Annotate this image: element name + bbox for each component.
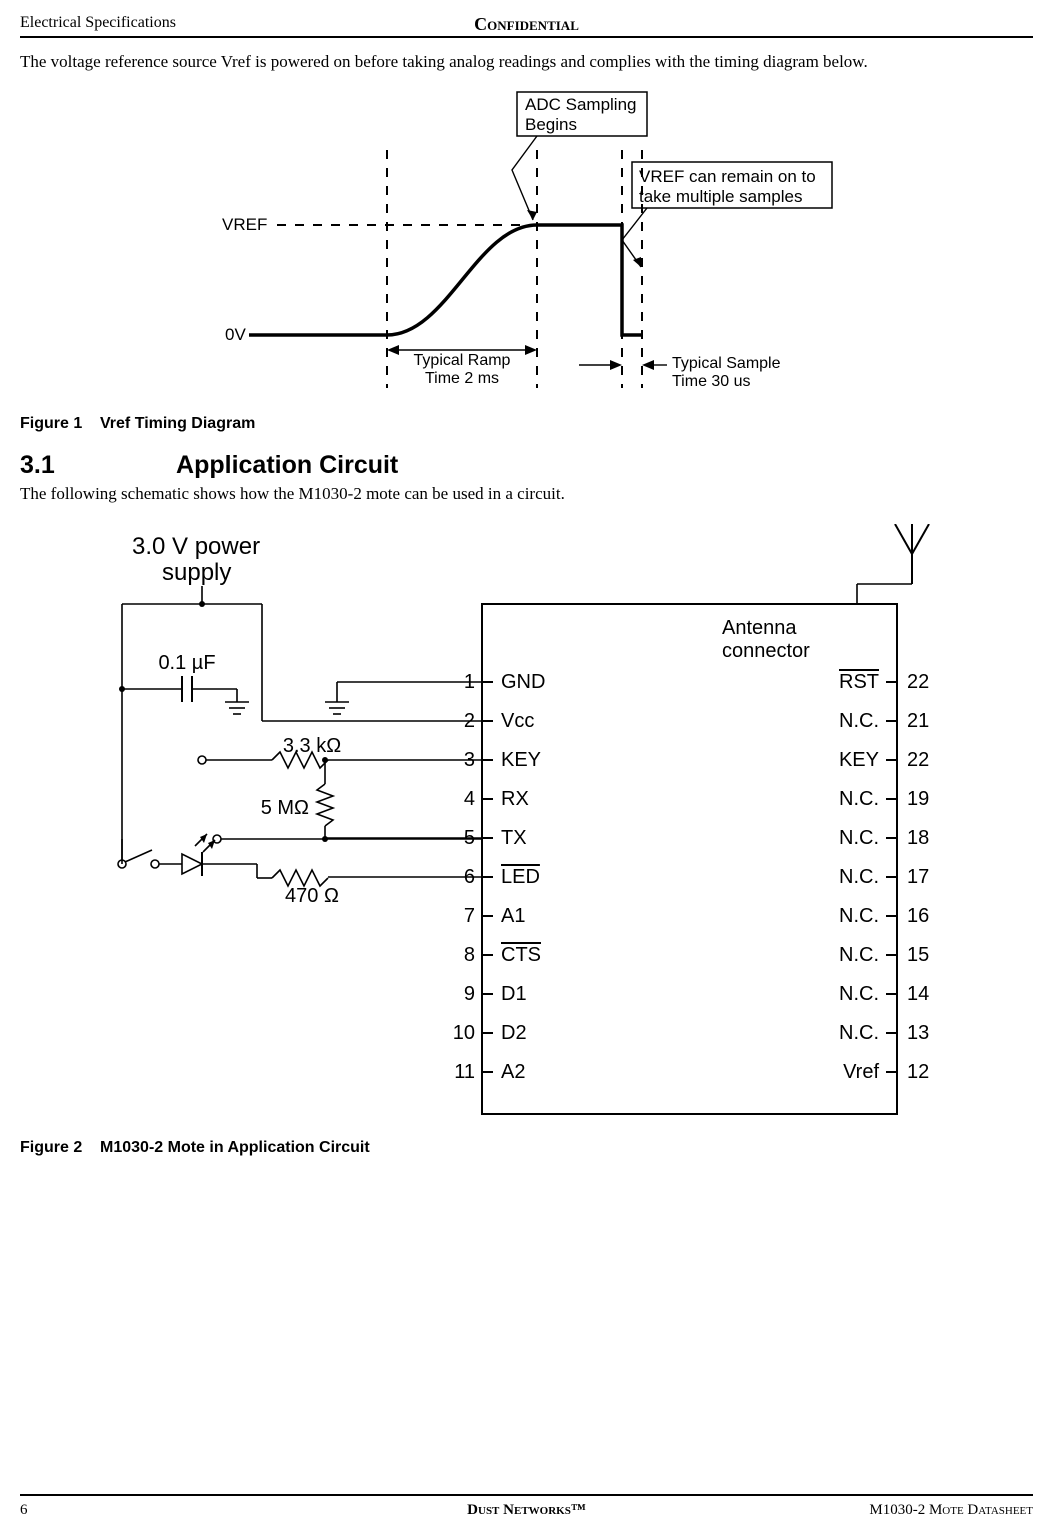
pin-name-right: N.C. [839,983,879,1005]
section-title: Application Circuit [176,451,398,479]
capacitor-icon [157,676,217,702]
power-supply-line2: supply [162,559,231,586]
section-number: 3.1 [20,451,170,480]
figure-1-container: ADC Sampling Begins VREF can remain on t… [20,90,1033,405]
figure-2-container: 3.0 V power supply Antenna connector 1GN… [20,524,1033,1129]
pin-name-right: N.C. [839,944,879,966]
pin-number-right: 16 [907,905,929,927]
pin-name-right: Vref [843,1061,879,1083]
node-r2-top [322,757,328,763]
section-heading: 3.1 Application Circuit [20,451,1033,480]
pin-number-left: 7 [463,905,474,927]
ground-icon-gnd [325,682,349,714]
figure-2-caption-prefix: Figure 2 [20,1139,82,1156]
pin-number-right: 13 [907,1022,929,1044]
cap-value: 0.1 µF [158,652,215,674]
pin-number-right: 22 [907,749,929,771]
ramp-label-line2: Time 2 ms [424,370,498,387]
power-supply-line1: 3.0 V power [132,533,260,560]
sample-label-line1: Typical Sample [672,355,781,372]
pin-number-left: 8 [463,944,474,966]
pin-name-left: LED [501,866,540,888]
pin-number-right: 17 [907,866,929,888]
pin-name-left: Vcc [501,710,534,732]
adc-leader [512,136,537,220]
page-footer: 6 Dust Networks™ M1030-2 Mote Datasheet [20,1494,1033,1519]
resistor-470-icon [272,870,328,886]
pin-number-right: 14 [907,983,929,1005]
pin-number-left: 10 [452,1022,474,1044]
pin-number-right: 19 [907,788,929,810]
schematic-diagram: 3.0 V power supply Antenna connector 1GN… [87,524,967,1124]
pin-number-right: 12 [907,1061,929,1083]
pin-number-right: 15 [907,944,929,966]
pin-number-left: 11 [454,1061,475,1083]
pin-name-left: A2 [501,1061,525,1083]
pin-number-right: 22 [907,671,929,693]
sample-label-line2: Time 30 us [672,373,751,390]
resistor-5M-icon [317,784,333,826]
footer-company: Dust Networks™ [467,1502,586,1519]
pin-name-left: CTS [501,944,541,966]
sample-arrow-out-icon [642,360,654,370]
r2-value: 5 MΩ [260,797,308,819]
pin-name-right: N.C. [839,866,879,888]
figure-2-caption: Figure 2 M1030-2 Mote in Application Cir… [20,1139,1033,1157]
pin-name-left: D1 [501,983,527,1005]
ground-icon-cap [225,689,249,714]
pin-name-left: RX [501,788,529,810]
pin-name-right: RST [839,671,879,693]
pin-number-left: 4 [463,788,474,810]
vref-remain-line1: VREF can remain on to [639,167,816,186]
header-section-title: Electrical Specifications [20,14,176,32]
figure-1-caption-text: Vref Timing Diagram [100,415,255,432]
pin-name-left: A1 [501,905,525,927]
antenna-label-line1: Antenna [722,617,797,639]
pin-number-right: 21 [907,710,929,732]
adc-label-line2: Begins [525,115,577,134]
node-r2-bot [322,836,328,842]
header-confidential: Confidential [474,14,579,35]
figure-2-caption-text: M1030-2 Mote in Application Circuit [100,1139,370,1156]
r3-value: 470 Ω [285,885,339,907]
node-cap-left [119,686,125,692]
antenna-icon [857,524,929,604]
pin-name-right: N.C. [839,788,879,810]
timing-diagram: ADC Sampling Begins VREF can remain on t… [217,90,837,400]
pin-name-right: KEY [838,749,878,771]
ramp-arrow-right-icon [525,345,537,355]
vref-axis-label: VREF [222,215,267,234]
vref-remain-leader [622,208,647,267]
key-open-terminal [198,756,206,764]
ramp-label-line1: Typical Ramp [413,352,510,369]
pin-number-right: 18 [907,827,929,849]
adc-label-line1: ADC Sampling [525,95,637,114]
intro-paragraph: The voltage reference source Vref is pow… [20,52,1033,72]
waveform [249,225,642,335]
pin-name-left: GND [501,671,545,693]
page-header: Electrical Specifications Confidential [20,0,1033,38]
footer-page-number: 6 [20,1502,28,1519]
switch-icon [118,850,159,868]
section-body: The following schematic shows how the M1… [20,484,1033,504]
sample-arrow-in-icon [610,360,622,370]
figure-1-caption-prefix: Figure 1 [20,415,82,432]
pin-name-right: N.C. [839,827,879,849]
antenna-label-line2: connector [722,640,810,662]
pin-name-right: N.C. [839,1022,879,1044]
vref-remain-line2: take multiple samples [639,187,802,206]
zero-v-label: 0V [225,325,246,344]
pin-name-left: KEY [501,749,541,771]
pin-name-left: TX [501,827,527,849]
ramp-arrow-left-icon [387,345,399,355]
pin-name-right: N.C. [839,710,879,732]
footer-doc-title: M1030-2 Mote Datasheet [869,1502,1033,1519]
figure-1-caption: Figure 1 Vref Timing Diagram [20,415,1033,433]
pin-name-right: N.C. [839,905,879,927]
led-icon [159,834,237,876]
pin-name-left: D2 [501,1022,527,1044]
pin-number-left: 9 [463,983,474,1005]
